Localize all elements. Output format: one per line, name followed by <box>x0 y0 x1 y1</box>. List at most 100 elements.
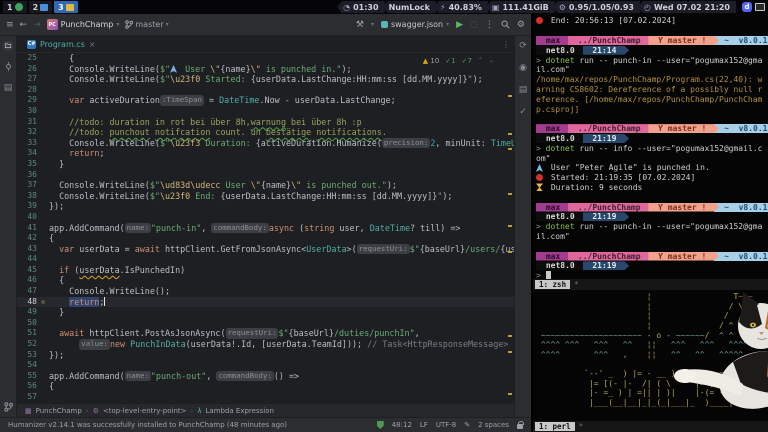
line-number: 43 <box>27 243 37 253</box>
status-widget[interactable]: 2 spaces <box>478 421 509 429</box>
chevron-down-icon[interactable]: ▾ <box>371 21 374 28</box>
breadcrumb-item[interactable]: Lambda Expression <box>206 407 274 415</box>
breadcrumb-item[interactable]: PunchChamp <box>36 407 82 415</box>
discord-icon[interactable]: d <box>742 2 752 12</box>
forward-icon[interactable]: → <box>33 20 41 30</box>
project-tool-icon[interactable] <box>3 41 13 50</box>
commit-tool-icon[interactable] <box>4 62 13 71</box>
code-line: 36 <box>17 170 514 181</box>
line-number: 52 <box>27 339 37 349</box>
system-tray: d <box>742 2 765 12</box>
code-editor[interactable]: ▲ 10 ✓1 ✓7 ⌃ ⌄ 25 {26 Console.WriteLine(… <box>17 53 514 404</box>
line-number: 49 <box>27 307 37 317</box>
terminal-window[interactable]: End: 20:56:13 [07.02.2024] max ../PunchC… <box>531 14 768 432</box>
editor-scrollbar[interactable] <box>506 53 514 404</box>
terminal-line: User "Peter Agile" is punched in. <box>536 163 768 173</box>
structure-tool-icon[interactable]: ▤ <box>4 83 13 93</box>
line-number: 35 <box>27 158 37 168</box>
scrollbar-warning-mark <box>508 225 512 227</box>
line-number: 37 <box>27 180 37 190</box>
database-tool-icon[interactable]: ▤ <box>519 85 528 95</box>
cat-photo <box>673 292 768 409</box>
next-issue-icon[interactable]: ⌄ <box>489 56 494 67</box>
inspections-shield-icon[interactable] <box>376 421 384 429</box>
status-segment-icon: ◴ <box>643 2 651 12</box>
scrollbar-warning-mark <box>508 251 512 253</box>
terminal-pane-top[interactable]: End: 20:56:13 [07.02.2024] max ../PunchC… <box>533 14 768 290</box>
terminal-line: net8.0 21:19 <box>536 134 768 144</box>
tmux-window-zsh[interactable]: 1: zsh <box>535 280 571 289</box>
terminal-line: net8.0 21:19 <box>536 212 768 222</box>
terminal-line: eference. [/home/max/repos/PunchChamp/Pu… <box>536 94 763 104</box>
more-actions-button[interactable]: ⋮ <box>485 20 494 30</box>
status-segment: ⚡ 40.83% <box>433 1 488 13</box>
terminal-pane-bottom[interactable]: ¦ T~~~ ¦ / \ ¦ / \ ¦ / ^ ^ \ ~~~~~~~~~~~… <box>533 290 768 432</box>
pencil-icon[interactable]: ✎ <box>464 421 470 429</box>
project-selector[interactable]: PC PunchChamp ▾ <box>46 19 119 30</box>
tab-program-cs[interactable]: C# Program.cs × <box>21 36 102 52</box>
line-number: 38 <box>27 190 37 200</box>
lock-icon[interactable] <box>517 421 524 429</box>
tmux-window-perl[interactable]: 1: perl <box>535 422 575 431</box>
ide-status-bar: Humanizer v2.14.1 was successfully insta… <box>0 417 531 432</box>
status-widget[interactable]: 48:12 <box>392 421 412 429</box>
rider-window: ≡ ← → PC PunchChamp ▾ master ▾ ⚒ ▾ swagg… <box>0 14 531 432</box>
line-number: 42 <box>27 233 37 243</box>
run-button[interactable]: ▶ <box>456 20 463 30</box>
status-widget[interactable]: UTF-8 <box>436 421 456 429</box>
workspace-1[interactable]: 1 <box>3 1 27 13</box>
chevron-down-icon: ▾ <box>165 21 169 28</box>
line-number: 41 <box>27 222 37 232</box>
debug-button[interactable]: ◌ <box>470 20 478 30</box>
coverage-tool-icon[interactable]: ◉ <box>519 63 527 73</box>
check-count: 1 <box>451 57 456 65</box>
module-icon: ▦ <box>25 406 32 415</box>
terminal-line: om" <box>536 153 551 163</box>
terminal-line: > <box>536 271 768 279</box>
alarm-icon <box>536 174 543 182</box>
hourglass-icon <box>536 183 543 192</box>
run-config-selector[interactable]: swagger.json ▾ <box>380 20 450 29</box>
terminal-scrollback: End: 20:56:13 [07.02.2024] max ../PunchC… <box>533 14 768 279</box>
code-line: 34 return; <box>17 148 514 159</box>
tab-options-icon[interactable]: ⋮ <box>502 40 510 49</box>
git-tool-icon[interactable] <box>3 402 13 412</box>
inspections-widget[interactable]: ▲ 10 ✓1 ✓7 ⌃ ⌄ <box>418 55 498 68</box>
breadcrumb-separator: › <box>85 406 89 415</box>
build-button[interactable]: ⚒ <box>356 20 364 30</box>
close-icon[interactable]: × <box>89 40 96 49</box>
chevron-down-icon: ▾ <box>446 21 450 28</box>
line-number: 39 <box>27 201 37 211</box>
display-icon[interactable] <box>755 3 765 11</box>
code-line: 57 <box>17 392 514 403</box>
settings-gear-icon[interactable]: ⚙ <box>517 20 525 30</box>
quick-fix-icon: ⚒ <box>40 297 46 306</box>
code-line: 47 Console.WriteLine(); <box>17 286 514 297</box>
workspace-list: 123 <box>3 1 78 13</box>
tmux-flag: * <box>574 280 579 289</box>
terminal-line: /home/max/repos/PunchChamp/Program.cs(22… <box>536 75 763 85</box>
breadcrumb-item[interactable]: <top-level-entry-point> <box>103 407 187 415</box>
back-icon[interactable]: ← <box>20 20 28 30</box>
prev-issue-icon[interactable]: ⌃ <box>478 56 483 67</box>
tests-tool-icon[interactable]: ✓ <box>519 107 527 117</box>
code-line: 46 { <box>17 275 514 286</box>
branch-selector[interactable]: master ▾ <box>125 20 169 29</box>
nuget-tool-icon[interactable]: ⟳ <box>519 41 527 51</box>
gear-icon: ⚙ <box>92 406 99 415</box>
right-tool-strip: ⟳ ◉ ▤ ✓ <box>514 36 531 417</box>
hamburger-menu-icon[interactable]: ≡ <box>6 20 14 30</box>
workspace-3[interactable]: 3 <box>54 1 78 13</box>
code-line: 37 Console.WriteLine($" \ud83d\udecc User… <box>17 180 514 191</box>
workspace-app-icon <box>14 3 23 11</box>
scrollbar-warning-mark <box>508 335 512 337</box>
tab-label: Program.cs <box>40 39 85 49</box>
terminal-line: p.csproj] <box>536 104 580 114</box>
lambda-icon: λ <box>197 406 202 415</box>
search-icon[interactable] <box>501 20 510 29</box>
workspace-2[interactable]: 2 <box>28 1 53 13</box>
status-widget[interactable]: LF <box>420 421 428 429</box>
code-line: 43 var userData = await httpClient.GetFr… <box>17 243 514 255</box>
